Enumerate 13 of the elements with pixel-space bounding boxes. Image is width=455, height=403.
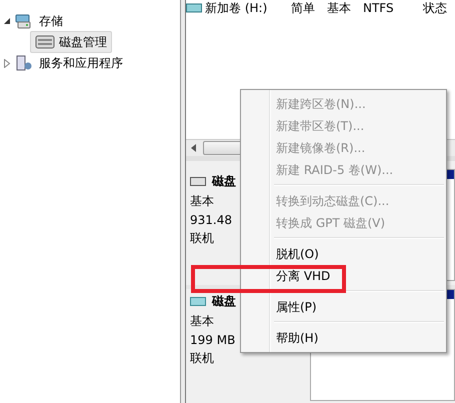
disk-size: 931.48 <box>190 213 232 227</box>
disk-name: 磁盘 <box>212 293 236 310</box>
disk-status: 联机 <box>190 350 214 367</box>
table-cell: 状态 <box>423 0 447 16</box>
disk-type: 基本 <box>190 193 214 210</box>
table-cell-text: 简单 <box>291 0 316 16</box>
table-cell-text: 基本 <box>327 0 352 16</box>
volume-name: 新加卷 (H:) <box>205 0 268 16</box>
disk-size: 199 MB <box>190 333 236 347</box>
table-cell-text: NTFS <box>363 1 395 15</box>
disk-name: 磁盘 <box>212 173 236 190</box>
disk-type: 基本 <box>190 313 214 330</box>
disk-status: 联机 <box>190 230 214 247</box>
